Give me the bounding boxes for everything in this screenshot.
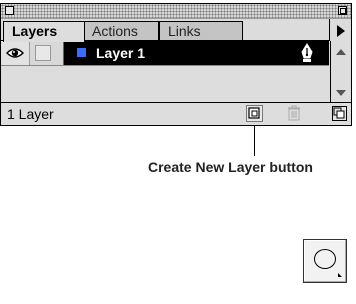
close-box-icon[interactable] bbox=[5, 6, 14, 15]
eye-icon bbox=[6, 48, 24, 58]
tab-actions[interactable]: Actions bbox=[83, 21, 159, 41]
ellipse-tool-icon bbox=[314, 249, 336, 269]
new-layer-icon bbox=[248, 107, 260, 119]
palette-status-bar: 1 Layer bbox=[1, 102, 351, 125]
resize-grip-icon[interactable] bbox=[332, 106, 347, 121]
layer-list: Layer 1 bbox=[1, 41, 329, 102]
layers-palette: Actions Links Layers Layer 1 1 Layer bbox=[0, 3, 352, 126]
callout-leader-line bbox=[254, 126, 255, 156]
tab-links[interactable]: Links bbox=[159, 21, 243, 41]
callout-label: Create New Layer button bbox=[148, 159, 313, 175]
layer-row[interactable]: Layer 1 bbox=[1, 41, 329, 66]
layer-count: 1 Layer bbox=[7, 106, 54, 122]
pen-nib-icon bbox=[301, 43, 313, 62]
tab-layers[interactable]: Layers bbox=[3, 21, 85, 42]
create-new-layer-button[interactable] bbox=[246, 105, 263, 122]
layer-list-scrollbar[interactable] bbox=[330, 41, 351, 102]
layer-selection[interactable]: Layer 1 bbox=[64, 41, 329, 65]
palette-titlebar[interactable] bbox=[1, 4, 351, 19]
flyout-corner-icon bbox=[338, 273, 342, 277]
scroll-up-arrow-icon[interactable] bbox=[336, 49, 346, 55]
palette-menu-arrow-icon[interactable] bbox=[337, 25, 345, 37]
trash-icon[interactable] bbox=[286, 105, 302, 122]
visibility-toggle[interactable] bbox=[1, 41, 30, 65]
ellipse-tool-button[interactable] bbox=[303, 239, 347, 283]
layer-color-swatch bbox=[77, 48, 86, 57]
palette-tab-row: Actions Links Layers bbox=[1, 19, 351, 42]
scroll-down-arrow-icon[interactable] bbox=[336, 90, 346, 96]
menu-divider bbox=[329, 19, 330, 41]
layer-name: Layer 1 bbox=[96, 45, 146, 61]
lock-checkbox[interactable] bbox=[35, 45, 51, 61]
lock-toggle[interactable] bbox=[30, 41, 64, 65]
zoom-box-icon[interactable] bbox=[338, 6, 347, 15]
resize-box-icon bbox=[333, 107, 345, 119]
